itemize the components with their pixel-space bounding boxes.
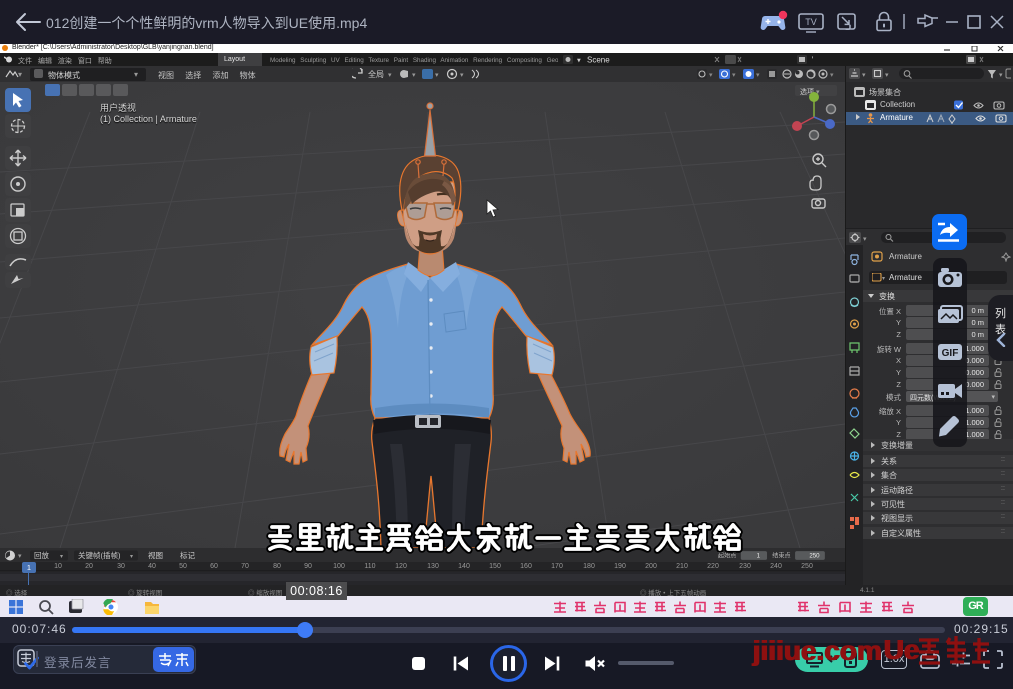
svg-text:▾: ▾ [732, 72, 736, 79]
svg-text:▾: ▾ [577, 56, 581, 65]
svg-text:▾: ▾ [130, 554, 133, 560]
svg-text:▾: ▾ [885, 72, 889, 79]
svg-text:▾: ▾ [862, 72, 866, 79]
svg-text:Scene: Scene [587, 56, 610, 65]
svg-text:▾: ▾ [999, 72, 1003, 79]
svg-text:1: 1 [757, 553, 761, 560]
svg-text:结束点: 结束点 [772, 552, 790, 560]
svg-text:▾: ▾ [412, 72, 416, 79]
svg-text:▾: ▾ [830, 72, 834, 79]
svg-text:视图: 视图 [148, 550, 163, 560]
svg-text:关键帧(插帧): 关键帧(插帧) [78, 550, 121, 560]
svg-text:ViewLayer: ViewLayer [812, 56, 813, 65]
svg-text:▾: ▾ [388, 72, 392, 79]
svg-text:▾: ▾ [18, 70, 22, 79]
svg-text:回放: 回放 [34, 550, 49, 560]
svg-text:▾: ▾ [756, 72, 760, 79]
svg-text:▾: ▾ [863, 236, 867, 243]
svg-text:TV: TV [805, 17, 817, 27]
svg-text:▾: ▾ [18, 553, 22, 560]
svg-text:▾: ▾ [882, 276, 885, 282]
svg-text:Ue: Ue [883, 635, 919, 665]
svg-text:标记: 标记 [180, 550, 195, 560]
svg-text:▾: ▾ [709, 72, 713, 79]
svg-text:250: 250 [809, 553, 820, 560]
svg-text:全局: 全局 [368, 69, 384, 79]
svg-text:▾: ▾ [60, 554, 63, 560]
svg-text:▾: ▾ [460, 72, 464, 79]
svg-text:GIF: GIF [942, 348, 959, 359]
svg-text:▾: ▾ [435, 72, 439, 79]
